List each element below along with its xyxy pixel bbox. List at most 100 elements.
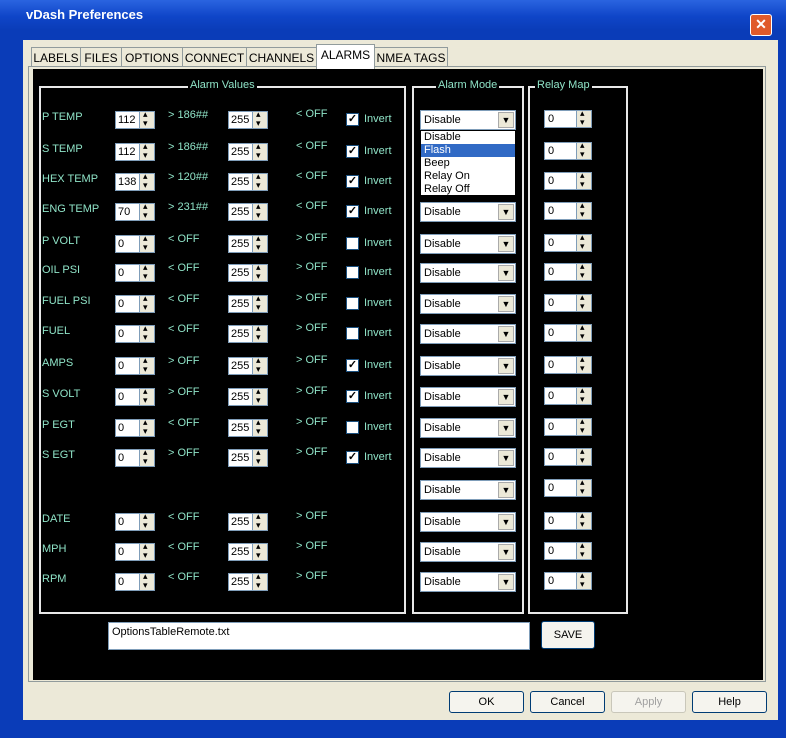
relay-map-spinner[interactable]: 0 [544, 354, 592, 374]
chevron-down-icon[interactable]: ▼ [498, 265, 514, 281]
invert-checkbox[interactable]: ✓ [346, 205, 359, 218]
spin-arrows-icon[interactable] [576, 385, 591, 405]
spin-arrows-icon[interactable] [139, 417, 154, 437]
low-threshold-spinner[interactable]: 0 [115, 233, 155, 253]
tab-labels[interactable]: LABELS [31, 47, 81, 68]
spin-arrows-icon[interactable] [252, 571, 267, 591]
help-button[interactable]: Help [692, 691, 767, 713]
spin-arrows-icon[interactable] [139, 447, 154, 467]
low-threshold-spinner[interactable]: 138 [115, 171, 155, 191]
tab-nmea-tags[interactable]: NMEA TAGS [374, 47, 448, 68]
relay-map-spinner[interactable]: 0 [544, 416, 592, 436]
chevron-down-icon[interactable]: ▼ [498, 358, 514, 374]
spin-arrows-icon[interactable] [576, 140, 591, 160]
low-threshold-spinner[interactable]: 112 [115, 141, 155, 161]
low-threshold-spinner[interactable]: 0 [115, 323, 155, 343]
high-threshold-spinner[interactable]: 255 [228, 447, 268, 467]
invert-checkbox[interactable]: ✓ [346, 145, 359, 158]
high-threshold-spinner[interactable]: 255 [228, 417, 268, 437]
spin-arrows-icon[interactable] [139, 171, 154, 191]
low-threshold-spinner[interactable]: 70 [115, 201, 155, 221]
invert-checkbox[interactable] [346, 266, 359, 279]
spin-arrows-icon[interactable] [576, 540, 591, 560]
alarm-mode-select[interactable]: Disable ▼ [420, 294, 516, 314]
spin-arrows-icon[interactable] [252, 233, 267, 253]
alarm-mode-select[interactable]: Disable ▼ [420, 480, 516, 500]
low-threshold-spinner[interactable]: 0 [115, 541, 155, 561]
spin-arrows-icon[interactable] [139, 571, 154, 591]
chevron-down-icon[interactable]: ▼ [498, 514, 514, 530]
relay-map-spinner[interactable]: 0 [544, 108, 592, 128]
tab-alarms[interactable]: ALARMS [316, 44, 375, 69]
spin-arrows-icon[interactable] [576, 292, 591, 312]
high-threshold-spinner[interactable]: 255 [228, 233, 268, 253]
alarm-mode-select[interactable]: Disable ▼ [420, 512, 516, 532]
tab-options[interactable]: OPTIONS [121, 47, 183, 68]
spin-arrows-icon[interactable] [139, 511, 154, 531]
invert-checkbox[interactable]: ✓ [346, 390, 359, 403]
high-threshold-spinner[interactable]: 255 [228, 109, 268, 129]
alarm-mode-select[interactable]: Disable ▼ [420, 234, 516, 254]
spin-arrows-icon[interactable] [576, 108, 591, 128]
alarm-mode-select[interactable]: Disable ▼ [420, 356, 516, 376]
relay-map-spinner[interactable]: 0 [544, 200, 592, 220]
alarm-mode-select[interactable]: Disable ▼ [420, 110, 516, 130]
cancel-button[interactable]: Cancel [530, 691, 605, 713]
relay-map-spinner[interactable]: 0 [544, 140, 592, 160]
spin-arrows-icon[interactable] [576, 170, 591, 190]
invert-checkbox[interactable] [346, 327, 359, 340]
invert-checkbox[interactable] [346, 421, 359, 434]
alarm-mode-select[interactable]: Disable ▼ [420, 324, 516, 344]
spin-arrows-icon[interactable] [576, 200, 591, 220]
spin-arrows-icon[interactable] [576, 570, 591, 590]
low-threshold-spinner[interactable]: 112 [115, 109, 155, 129]
spin-arrows-icon[interactable] [252, 171, 267, 191]
chevron-down-icon[interactable]: ▼ [498, 544, 514, 560]
spin-arrows-icon[interactable] [252, 447, 267, 467]
chevron-down-icon[interactable]: ▼ [498, 450, 514, 466]
alarm-mode-select[interactable]: Disable ▼ [420, 202, 516, 222]
dropdown-option-relay-on[interactable]: Relay On [421, 170, 515, 183]
dropdown-option-relay-off[interactable]: Relay Off [421, 183, 515, 196]
relay-map-spinner[interactable]: 0 [544, 261, 592, 281]
spin-arrows-icon[interactable] [139, 201, 154, 221]
spin-arrows-icon[interactable] [252, 293, 267, 313]
invert-checkbox[interactable] [346, 237, 359, 250]
spin-arrows-icon[interactable] [139, 293, 154, 313]
chevron-down-icon[interactable]: ▼ [498, 389, 514, 405]
relay-map-spinner[interactable]: 0 [544, 292, 592, 312]
invert-checkbox[interactable]: ✓ [346, 113, 359, 126]
high-threshold-spinner[interactable]: 255 [228, 201, 268, 221]
relay-map-spinner[interactable]: 0 [544, 540, 592, 560]
high-threshold-spinner[interactable]: 255 [228, 323, 268, 343]
spin-arrows-icon[interactable] [139, 262, 154, 282]
relay-map-spinner[interactable]: 0 [544, 446, 592, 466]
chevron-down-icon[interactable]: ▼ [498, 574, 514, 590]
low-threshold-spinner[interactable]: 0 [115, 511, 155, 531]
relay-map-spinner[interactable]: 0 [544, 477, 592, 497]
tab-channels[interactable]: CHANNELS [246, 47, 317, 68]
spin-arrows-icon[interactable] [252, 417, 267, 437]
alarm-mode-select[interactable]: Disable ▼ [420, 418, 516, 438]
apply-button[interactable]: Apply [611, 691, 686, 713]
high-threshold-spinner[interactable]: 255 [228, 171, 268, 191]
chevron-down-icon[interactable]: ▼ [498, 482, 514, 498]
relay-map-spinner[interactable]: 0 [544, 322, 592, 342]
spin-arrows-icon[interactable] [252, 355, 267, 375]
spin-arrows-icon[interactable] [252, 323, 267, 343]
spin-arrows-icon[interactable] [576, 477, 591, 497]
spin-arrows-icon[interactable] [576, 446, 591, 466]
spin-arrows-icon[interactable] [139, 323, 154, 343]
high-threshold-spinner[interactable]: 255 [228, 571, 268, 591]
relay-map-spinner[interactable]: 0 [544, 170, 592, 190]
spin-arrows-icon[interactable] [139, 233, 154, 253]
spin-arrows-icon[interactable] [576, 261, 591, 281]
invert-checkbox[interactable]: ✓ [346, 175, 359, 188]
low-threshold-spinner[interactable]: 0 [115, 571, 155, 591]
spin-arrows-icon[interactable] [139, 386, 154, 406]
chevron-down-icon[interactable]: ▼ [498, 326, 514, 342]
dropdown-option-disable[interactable]: Disable [421, 131, 515, 144]
dropdown-option-beep[interactable]: Beep [421, 157, 515, 170]
low-threshold-spinner[interactable]: 0 [115, 447, 155, 467]
spin-arrows-icon[interactable] [576, 322, 591, 342]
